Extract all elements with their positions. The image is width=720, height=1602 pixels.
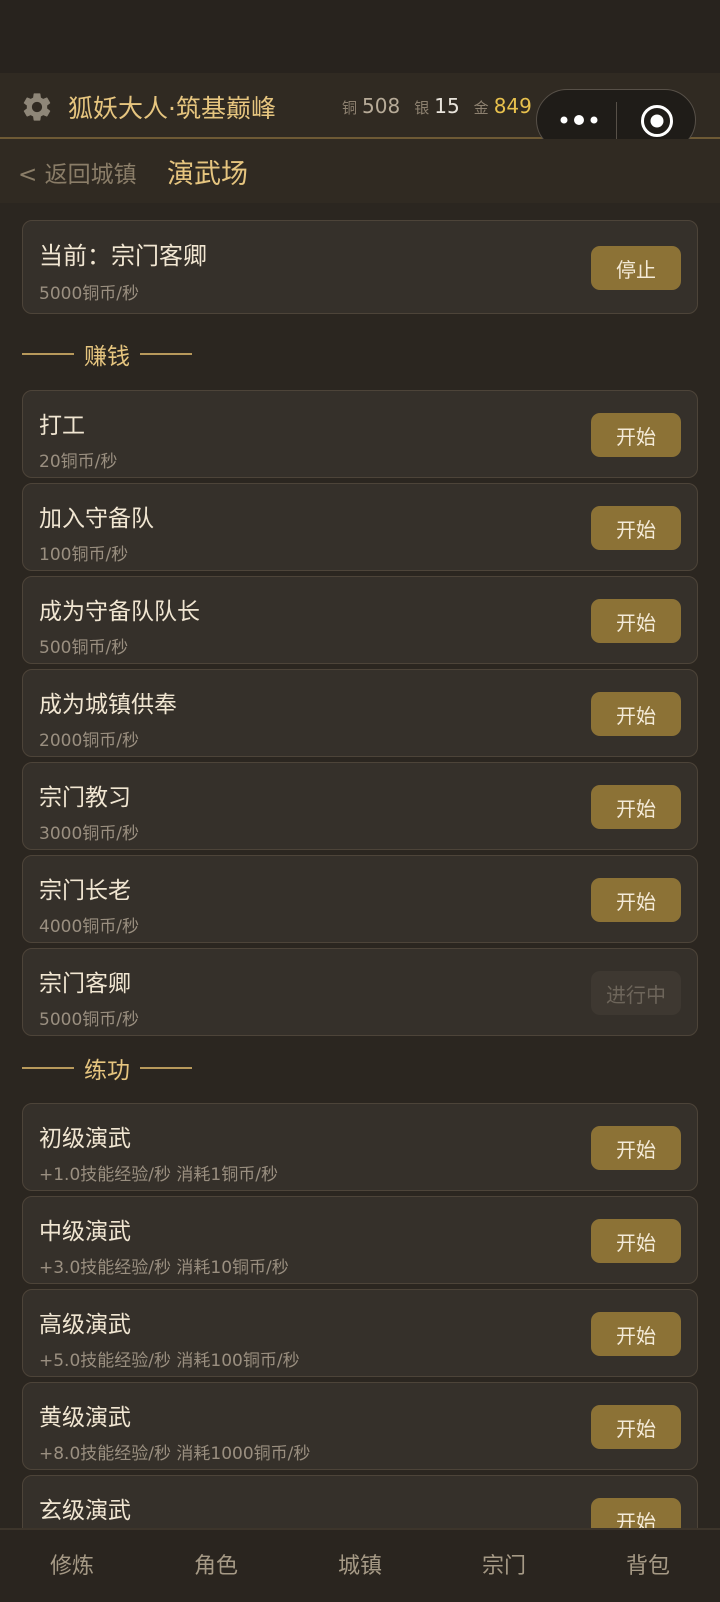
training-card: 中级演武 +3.0技能经验/秒 消耗10铜币/秒 开始 xyxy=(22,1196,698,1284)
currency-value: 849 xyxy=(493,94,532,118)
training-card: 黄级演武 +8.0技能经验/秒 消耗1000铜币/秒 开始 xyxy=(22,1382,698,1470)
job-card-active: 宗门客卿 5000铜币/秒 进行中 xyxy=(22,948,698,1036)
training-title: 高级演武 xyxy=(39,1312,131,1338)
currency-label: 铜 xyxy=(342,99,358,117)
training-card: 高级演武 +5.0技能经验/秒 消耗100铜币/秒 开始 xyxy=(22,1289,698,1377)
start-button[interactable]: 开始 xyxy=(591,692,681,736)
currency-label: 金 xyxy=(473,99,489,117)
training-card: 玄级演武 开始 xyxy=(22,1475,698,1528)
currency-value: 15 xyxy=(434,94,460,118)
tab-town[interactable]: 城镇 xyxy=(288,1548,432,1580)
more-dots-icon[interactable] xyxy=(557,105,601,135)
in-progress-button: 进行中 xyxy=(591,971,681,1015)
player-name: 狐妖大人·筑基巅峰 xyxy=(68,94,276,123)
start-button[interactable]: 开始 xyxy=(591,1126,681,1170)
currency-copper: 铜 508 xyxy=(342,94,400,118)
job-card: 打工 20铜币/秒 开始 xyxy=(22,390,698,478)
current-activity-card: 当前：宗门客卿 5000铜币/秒 停止 xyxy=(22,220,698,314)
training-detail: +3.0技能经验/秒 消耗10铜币/秒 xyxy=(39,1258,289,1278)
job-title: 宗门长老 xyxy=(39,878,131,904)
job-rate: 2000铜币/秒 xyxy=(39,731,139,751)
capsule-divider xyxy=(616,102,617,140)
page-title: 演武场 xyxy=(167,159,248,190)
tab-sect[interactable]: 宗门 xyxy=(432,1548,576,1580)
start-button[interactable]: 开始 xyxy=(591,506,681,550)
job-title: 打工 xyxy=(39,413,85,439)
currency-label: 银 xyxy=(414,99,430,117)
job-card: 宗门长老 4000铜币/秒 开始 xyxy=(22,855,698,943)
job-rate: 3000铜币/秒 xyxy=(39,824,139,844)
divider-line xyxy=(140,1067,192,1069)
job-title: 宗门教习 xyxy=(39,785,131,811)
currency-value: 508 xyxy=(362,94,401,118)
back-to-town-link[interactable]: < 返回城镇 xyxy=(18,155,137,189)
job-title: 成为城镇供奉 xyxy=(39,692,177,718)
current-activity-title: 当前：宗门客卿 xyxy=(39,242,207,270)
status-bar xyxy=(0,0,720,73)
job-title: 成为守备队队长 xyxy=(39,599,200,625)
job-card: 宗门教习 3000铜币/秒 开始 xyxy=(22,762,698,850)
bottom-tab-bar: 修炼 角色 城镇 宗门 背包 xyxy=(0,1528,720,1602)
training-card: 初级演武 +1.0技能经验/秒 消耗1铜币/秒 开始 xyxy=(22,1103,698,1191)
job-rate: 100铜币/秒 xyxy=(39,545,129,565)
start-button[interactable]: 开始 xyxy=(591,1498,681,1528)
training-detail: +1.0技能经验/秒 消耗1铜币/秒 xyxy=(39,1165,278,1185)
divider-line xyxy=(140,353,192,355)
training-detail: +8.0技能经验/秒 消耗1000铜币/秒 xyxy=(39,1444,311,1464)
tab-cultivate[interactable]: 修炼 xyxy=(0,1548,144,1580)
start-button[interactable]: 开始 xyxy=(591,1219,681,1263)
start-button[interactable]: 开始 xyxy=(591,1405,681,1449)
job-title: 加入守备队 xyxy=(39,506,154,532)
job-rate: 20铜币/秒 xyxy=(39,452,118,472)
settings-gear-icon[interactable] xyxy=(20,90,54,124)
section-title: 赚钱 xyxy=(84,344,130,370)
training-detail: +5.0技能经验/秒 消耗100铜币/秒 xyxy=(39,1351,300,1371)
start-button[interactable]: 开始 xyxy=(591,413,681,457)
tab-bag[interactable]: 背包 xyxy=(576,1548,720,1580)
currency-gold: 金 849 xyxy=(474,94,532,118)
start-button[interactable]: 开始 xyxy=(591,599,681,643)
section-header-train: 练功 xyxy=(22,1051,192,1085)
main-content: 当前：宗门客卿 5000铜币/秒 停止 赚钱 打工 20铜币/秒 开始 加入守备… xyxy=(22,203,698,1528)
training-title: 玄级演武 xyxy=(39,1498,131,1524)
start-button[interactable]: 开始 xyxy=(591,1312,681,1356)
section-header-earn: 赚钱 xyxy=(22,337,192,371)
current-activity-rate: 5000铜币/秒 xyxy=(39,284,139,304)
job-rate: 5000铜币/秒 xyxy=(39,1010,139,1030)
job-rate: 500铜币/秒 xyxy=(39,638,129,658)
currency-silver: 银 15 xyxy=(414,94,459,118)
job-card: 加入守备队 100铜币/秒 开始 xyxy=(22,483,698,571)
training-title: 中级演武 xyxy=(39,1219,131,1245)
job-card: 成为守备队队长 500铜币/秒 开始 xyxy=(22,576,698,664)
section-title: 练功 xyxy=(84,1058,130,1084)
job-rate: 4000铜币/秒 xyxy=(39,917,139,937)
tab-character[interactable]: 角色 xyxy=(144,1548,288,1580)
divider-line xyxy=(22,1067,74,1069)
start-button[interactable]: 开始 xyxy=(591,785,681,829)
job-title: 宗门客卿 xyxy=(39,971,131,997)
close-target-icon[interactable] xyxy=(640,104,674,138)
stop-button[interactable]: 停止 xyxy=(591,246,681,290)
divider-line xyxy=(22,353,74,355)
job-card: 成为城镇供奉 2000铜币/秒 开始 xyxy=(22,669,698,757)
training-title: 初级演武 xyxy=(39,1126,131,1152)
start-button[interactable]: 开始 xyxy=(591,878,681,922)
training-title: 黄级演武 xyxy=(39,1405,131,1431)
